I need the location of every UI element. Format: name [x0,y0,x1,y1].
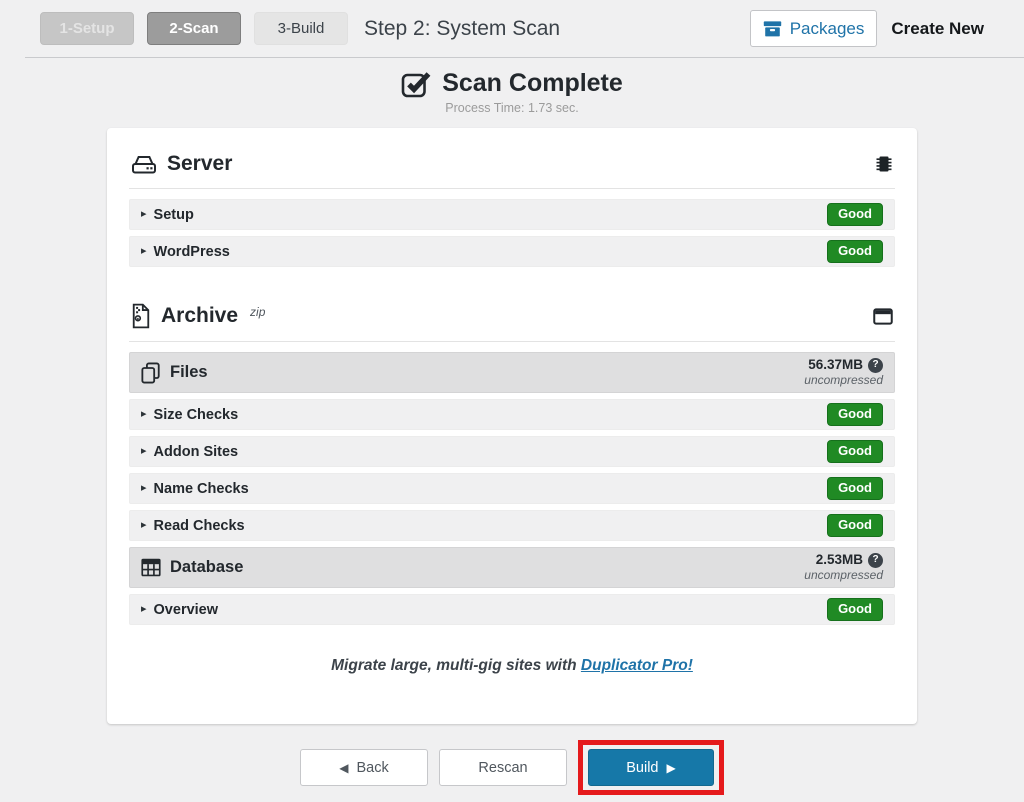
page-title: Step 2: System Scan [364,17,750,41]
caret-right-icon: ▸ [141,246,147,257]
scan-row-name-checks[interactable]: ▸ Name Checks Good [129,473,895,504]
microchip-icon [875,153,893,175]
caret-right-icon: ▸ [141,483,147,494]
row-label: Read Checks [154,518,245,534]
caret-right-icon: ▸ [141,446,147,457]
build-button-label: Build [626,760,658,776]
build-button[interactable]: Build ▶ [588,749,714,786]
files-group-label: Files [170,363,208,382]
scan-row-overview[interactable]: ▸ Overview Good [129,594,895,625]
scan-row-setup[interactable]: ▸ Setup Good [129,199,895,230]
rescan-button-label: Rescan [478,760,527,776]
row-label: WordPress [154,244,230,260]
scan-row-addon-sites[interactable]: ▸ Addon Sites Good [129,436,895,467]
caret-right-icon: ▸ [141,409,147,420]
status-badge: Good [827,240,883,263]
step-tab-build[interactable]: 3-Build [254,12,348,45]
caret-right-icon: ▸ [141,604,147,615]
files-size: 56.37MB [808,357,863,374]
files-group-header: Files 56.37MB ? uncompressed [129,352,895,393]
caret-right-icon: ▸ [141,520,147,531]
packages-button-label: Packages [790,19,865,39]
window-icon [873,308,893,325]
status-badge: Good [827,477,883,500]
create-new-link[interactable]: Create New [891,19,984,39]
hard-drive-icon [131,153,157,176]
caret-right-icon: ▸ [141,209,147,220]
toolbar-actions: Packages Create New [750,10,984,47]
server-section-title: Server [167,152,232,176]
archive-box-icon [763,19,782,38]
status-badge: Good [827,598,883,621]
database-size: 2.53MB [816,552,863,569]
archive-section-title: Archive [161,304,238,328]
scan-results-card: Server ▸ Setup Good ▸ WordPress Good [107,128,917,724]
packages-button[interactable]: Packages [750,10,878,47]
duplicator-pro-promo: Migrate large, multi-gig sites with Dupl… [129,657,895,675]
database-group-label: Database [170,558,243,577]
scan-row-read-checks[interactable]: ▸ Read Checks Good [129,510,895,541]
top-toolbar: 1-Setup 2-Scan 3-Build Step 2: System Sc… [0,0,1024,57]
back-button-label: Back [356,760,388,776]
step-tab-setup[interactable]: 1-Setup [40,12,134,45]
archive-format-label: zip [250,305,265,319]
status-badge: Good [827,514,883,537]
row-label: Setup [154,207,194,223]
database-group-header: Database 2.53MB ? uncompressed [129,547,895,588]
files-size-note: uncompressed [804,373,883,388]
status-badge: Good [827,403,883,426]
step-tab-scan[interactable]: 2-Scan [147,12,241,45]
file-archive-icon [131,303,151,329]
scan-complete-header: Scan Complete [0,69,1024,98]
help-icon[interactable]: ? [868,553,883,568]
promo-text: Migrate large, multi-gig sites with [331,657,576,674]
duplicator-pro-link[interactable]: Duplicator Pro! [581,657,693,674]
help-icon[interactable]: ? [868,358,883,373]
row-label: Overview [154,602,219,618]
server-section-header: Server [129,144,895,189]
database-table-icon [141,558,161,577]
scan-row-wordpress[interactable]: ▸ WordPress Good [129,236,895,267]
back-button[interactable]: ◀ Back [300,749,428,786]
step-tabs: 1-Setup 2-Scan 3-Build [40,12,348,45]
triangle-right-icon: ▶ [667,762,676,774]
check-square-icon [401,70,431,98]
process-time: Process Time: 1.73 sec. [0,101,1024,115]
status-badge: Good [827,440,883,463]
database-size-note: uncompressed [804,568,883,583]
triangle-left-icon: ◀ [339,762,348,774]
build-button-highlight: Build ▶ [578,740,724,795]
header-divider [25,57,1024,58]
footer-actions: ◀ Back Rescan Build ▶ [0,740,1024,795]
archive-section-header: Archive zip [129,295,895,342]
files-copy-icon [141,362,161,384]
row-label: Size Checks [154,407,239,423]
scan-row-size-checks[interactable]: ▸ Size Checks Good [129,399,895,430]
row-label: Addon Sites [154,444,239,460]
scan-complete-title: Scan Complete [442,69,623,98]
row-label: Name Checks [154,481,249,497]
rescan-button[interactable]: Rescan [439,749,567,786]
status-badge: Good [827,203,883,226]
